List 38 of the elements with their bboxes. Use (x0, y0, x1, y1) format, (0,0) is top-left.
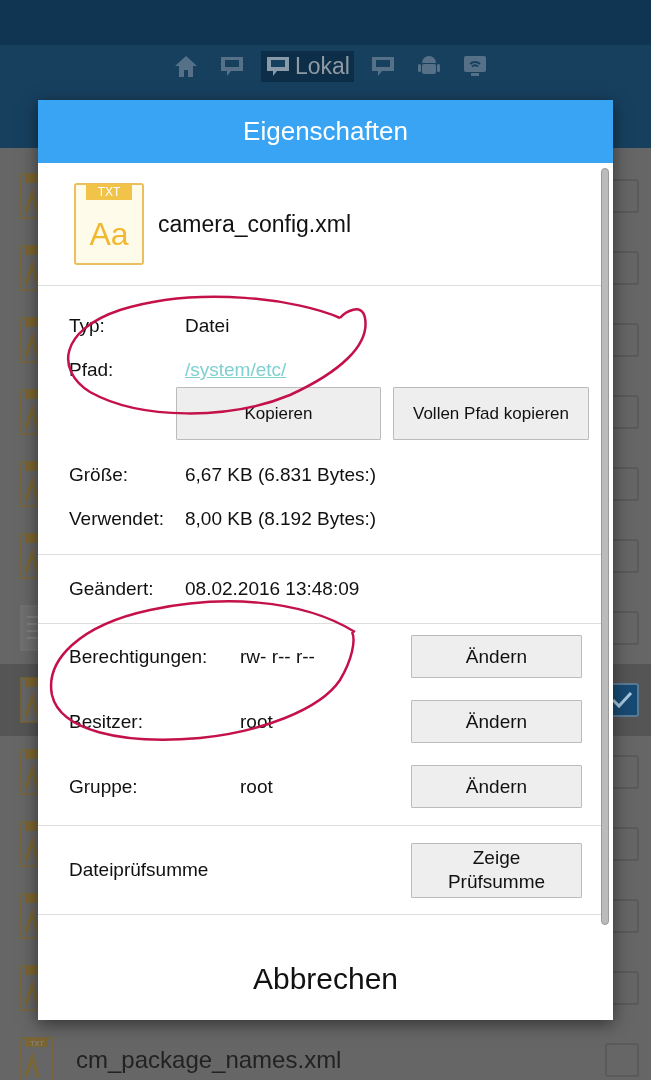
field-value: rw- r-- r-- (240, 645, 316, 668)
text-file-icon (20, 893, 38, 939)
copy-button[interactable]: Kopieren (176, 387, 381, 440)
field-label: Berechtigungen: (69, 645, 209, 668)
text-file-icon (20, 317, 38, 363)
text-file-icon (20, 533, 38, 579)
text-file-icon (20, 461, 38, 507)
change-button[interactable]: Ändern (411, 700, 582, 743)
field-label: Verwendet: (69, 508, 166, 530)
text-file-icon (20, 677, 38, 723)
field-value: 08.02.2016 13:48:09 (185, 578, 360, 600)
field-label: Gruppe: (69, 775, 139, 798)
field-label: Dateiprüfsumme (69, 859, 210, 881)
file-name: camera_config.xml (158, 210, 352, 238)
dialog-title: Eigenschaften (38, 100, 613, 163)
document-icon (20, 605, 38, 651)
field-value: 8,00 KB (8.192 Bytes:) (185, 508, 378, 530)
checkmark-icon (610, 690, 634, 710)
text-file-icon: TXT Aa (74, 183, 144, 265)
change-button[interactable]: Ändern (411, 765, 582, 808)
text-file-icon (20, 965, 38, 1011)
field-value: Datei (185, 315, 231, 337)
checksum-button[interactable]: Zeige Prüfsumme (411, 842, 582, 898)
change-button[interactable]: Ändern (411, 635, 582, 678)
copy-button[interactable]: Vollen Pfad kopieren (393, 387, 589, 440)
field-value: root (240, 775, 274, 798)
file-name: cm_package_names.xml (76, 1046, 343, 1074)
field-value: 6,67 KB (6.831 Bytes:) (185, 464, 378, 486)
cancel-button[interactable]: Abbrechen (38, 938, 613, 1020)
field-label: Geändert: (69, 578, 155, 600)
text-file-icon (20, 173, 38, 219)
text-file-icon (20, 245, 38, 291)
scrollbar[interactable] (601, 168, 609, 925)
text-file-icon (20, 749, 38, 795)
text-file-icon (20, 389, 38, 435)
field-label: Größe: (69, 464, 130, 486)
storage-tab[interactable]: Lokal (261, 50, 354, 82)
text-file-icon (20, 821, 38, 867)
